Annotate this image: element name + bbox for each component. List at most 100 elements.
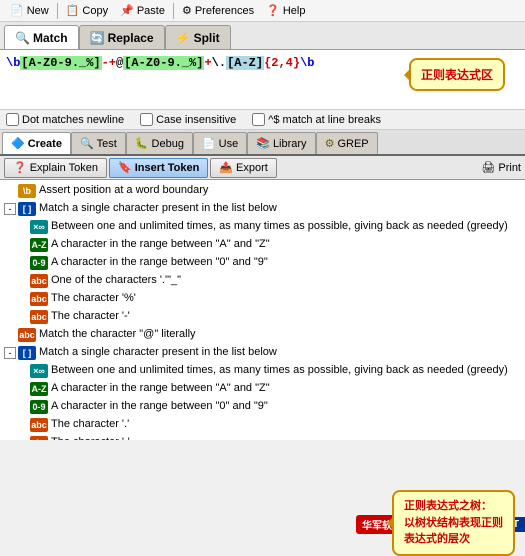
tree-item-text: Match a single character present in the … xyxy=(39,201,521,216)
help-icon: ❓ xyxy=(266,4,280,17)
insert-token-button[interactable]: 🔖 Insert Token xyxy=(109,158,208,178)
tab-match-label: Match xyxy=(33,31,68,45)
regex-part-9: {2,4} xyxy=(264,56,300,70)
copy-icon: 📋 xyxy=(66,4,80,17)
grep-icon: ⚙ xyxy=(325,137,335,150)
fn-tab-use-label: Use xyxy=(219,138,239,150)
regex-part-8: [A-Z] xyxy=(226,56,264,70)
regex-part-10: \b xyxy=(300,56,314,70)
tree-row: \bAssert position at a word boundary xyxy=(0,182,525,200)
explain-token-button[interactable]: ❓ Explain Token xyxy=(4,158,107,178)
tab-split[interactable]: ⚡ Split xyxy=(165,25,231,49)
tree-row: abcThe character '-' xyxy=(0,308,525,326)
test-icon: 🔍 xyxy=(80,137,94,150)
tree-item-text: Match the character "@" literally xyxy=(39,327,521,342)
tab-match[interactable]: 🔍 Match xyxy=(4,25,79,49)
regex-area: \b [A-Z0-9._%] -+ @ [A-Z0-9._%] + \. [A-… xyxy=(0,50,525,110)
caret-match-checkbox[interactable] xyxy=(252,113,265,126)
tree-item-text: Between one and unlimited times, as many… xyxy=(51,219,521,234)
fn-tab-library[interactable]: 📚 Library xyxy=(247,132,315,154)
export-button[interactable]: 📤 Export xyxy=(210,158,277,178)
tree-badge: ×∞ xyxy=(30,220,48,234)
tree-item-text: Match a single character present in the … xyxy=(39,345,521,360)
fn-tab-test-label: Test xyxy=(97,138,117,150)
export-icon: 📤 xyxy=(219,161,233,174)
dot-newline-checkbox[interactable] xyxy=(6,113,19,126)
regex-part-7: \. xyxy=(212,56,226,70)
tree-row: A-ZA character in the range between "A" … xyxy=(0,380,525,398)
paste-icon: 📌 xyxy=(120,4,134,17)
preferences-button[interactable]: ⚙ Preferences xyxy=(176,3,260,18)
replace-icon: 🔄 xyxy=(90,31,105,45)
tree-item-text: A character in the range between "A" and… xyxy=(51,237,521,252)
fn-tab-use[interactable]: 📄 Use xyxy=(193,132,247,154)
explain-label: Explain Token xyxy=(30,162,98,174)
tree-row: ×∞Between one and unlimited times, as ma… xyxy=(0,218,525,236)
tree-row: A-ZA character in the range between "A" … xyxy=(0,236,525,254)
print-button[interactable]: 🖨 Print xyxy=(481,161,521,174)
tree-item-text: A character in the range between "0" and… xyxy=(51,399,521,414)
sep1 xyxy=(57,3,58,19)
help-button[interactable]: ❓ Help xyxy=(260,3,311,18)
new-button[interactable]: 📄 New xyxy=(4,3,55,18)
split-icon: ⚡ xyxy=(176,31,191,45)
tree-item-text: The character '-' xyxy=(51,309,521,324)
regex-part-4: @ xyxy=(116,56,123,70)
regex-part-3: -+ xyxy=(102,56,116,70)
fn-tab-grep[interactable]: ⚙ GREP xyxy=(316,132,378,154)
tree-toggle[interactable]: - xyxy=(4,347,16,359)
dot-newline-option[interactable]: Dot matches newline xyxy=(6,113,124,126)
tree-badge: A-Z xyxy=(30,382,48,396)
fn-tab-test[interactable]: 🔍 Test xyxy=(71,132,126,154)
tree-item-text: The character '.' xyxy=(51,417,521,432)
tree-badge: [ ] xyxy=(18,346,36,360)
regex-area-tooltip: 正则表达式区 xyxy=(409,58,505,91)
tree-item-text: A character in the range between "A" and… xyxy=(51,381,521,396)
tab-replace-label: Replace xyxy=(108,31,154,45)
tree-row: abcOne of the characters '.'"_" xyxy=(0,272,525,290)
tree-badge: [ ] xyxy=(18,202,36,216)
copy-label: Copy xyxy=(82,5,108,17)
tab-replace[interactable]: 🔄 Replace xyxy=(79,25,165,49)
create-icon: 🔷 xyxy=(11,137,25,150)
case-insensitive-label: Case insensitive xyxy=(156,114,236,126)
tree-row: abcMatch the character "@" literally xyxy=(0,326,525,344)
print-icon: 🖨 xyxy=(481,161,495,174)
new-icon: 📄 xyxy=(10,4,24,17)
regex-part-2: [A-Z0-9._%] xyxy=(20,56,101,70)
debug-icon: 🐛 xyxy=(135,137,149,150)
fn-tab-create[interactable]: 🔷 Create xyxy=(2,132,71,154)
paste-button[interactable]: 📌 Paste xyxy=(114,3,171,18)
tree-row: abcThe character '.' xyxy=(0,416,525,434)
case-insensitive-checkbox[interactable] xyxy=(140,113,153,126)
case-insensitive-option[interactable]: Case insensitive xyxy=(140,113,236,126)
help-label: Help xyxy=(283,5,306,17)
tab-bar: 🔍 Match 🔄 Replace ⚡ Split xyxy=(0,22,525,50)
tab-split-label: Split xyxy=(194,31,220,45)
fn-tab-create-label: Create xyxy=(28,138,62,150)
use-icon: 📄 xyxy=(202,137,216,150)
tree-row: ×∞Between one and unlimited times, as ma… xyxy=(0,362,525,380)
preferences-icon: ⚙ xyxy=(182,4,192,17)
insert-label: Insert Token xyxy=(135,162,200,174)
library-icon: 📚 xyxy=(256,137,270,150)
fn-tab-grep-label: GREP xyxy=(337,138,368,150)
tree-badge: abc xyxy=(30,436,48,440)
tree-row: 0-9A character in the range between "0" … xyxy=(0,254,525,272)
caret-match-option[interactable]: ^$ match at line breaks xyxy=(252,113,381,126)
new-label: New xyxy=(27,5,49,17)
copy-button[interactable]: 📋 Copy xyxy=(60,3,114,18)
preferences-label: Preferences xyxy=(195,5,254,17)
tree-tooltip: 正则表达式之树：以树状结构表现正则表达式的层次 xyxy=(392,490,515,556)
match-icon: 🔍 xyxy=(15,31,30,45)
tree-item-text: The character '-' xyxy=(51,435,521,440)
tree-item-text: The character '%' xyxy=(51,291,521,306)
fn-tab-debug[interactable]: 🐛 Debug xyxy=(126,132,193,154)
tree-toggle[interactable]: - xyxy=(4,203,16,215)
regex-part-5: [A-Z0-9._%] xyxy=(123,56,204,70)
tree-row: -[ ]Match a single character present in … xyxy=(0,344,525,362)
tree-content: \bAssert position at a word boundary-[ ]… xyxy=(0,180,525,440)
caret-match-label: ^$ match at line breaks xyxy=(268,114,381,126)
tree-badge: abc xyxy=(30,274,48,288)
tree-row: abcThe character '-' xyxy=(0,434,525,440)
